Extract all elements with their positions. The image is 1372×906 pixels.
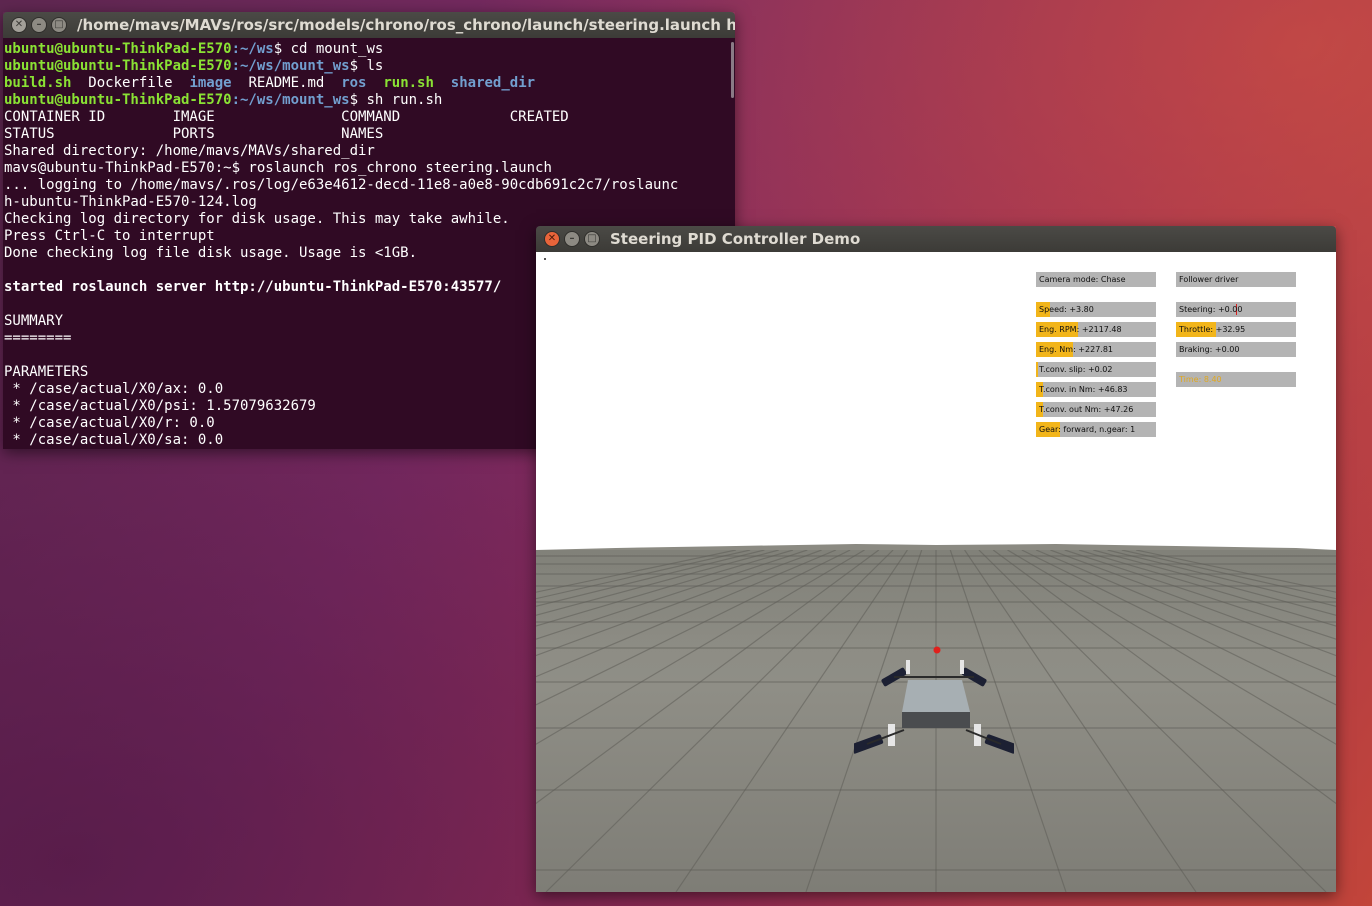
floor-grid-line	[1064, 550, 1336, 640]
front-left-wheel	[881, 660, 910, 687]
hud-label: Steering: +0.00	[1179, 305, 1243, 314]
floor-grid-line	[536, 550, 751, 600]
simulation-viewport[interactable]: Camera mode: Chase Speed: +3.80 Eng. RPM: …	[536, 252, 1336, 892]
close-icon[interactable]: ✕	[544, 231, 560, 247]
hud-readout: Eng. RPM: +2117.48	[1036, 322, 1156, 337]
terminal-line: CONTAINER ID IMAGE COMMAND CREATED	[4, 109, 569, 125]
floor-grid-line	[536, 550, 865, 745]
ls-entry: shared_dir	[450, 75, 536, 91]
floor-grid-line	[1121, 550, 1336, 600]
terminal-line: ubuntu@ubuntu-ThinkPad-E570:~/ws/mount_w…	[4, 58, 735, 75]
hud-label: Eng. RPM: +2117.48	[1039, 325, 1122, 334]
ls-entry: build.sh	[4, 75, 72, 91]
chassis-top	[902, 680, 970, 712]
hud-readout: Speed: +3.80	[1036, 302, 1156, 317]
demo-titlebar[interactable]: ✕ – □ Steering PID Controller Demo	[536, 226, 1336, 252]
terminal-line: STATUS PORTS NAMES	[4, 126, 384, 142]
floor-grid-line	[1007, 550, 1336, 745]
floor-grid-line	[536, 550, 837, 678]
ls-entry: image	[189, 75, 232, 91]
prompt-user: ubuntu@ubuntu-ThinkPad-E570	[4, 58, 232, 74]
hud-label: Camera mode: Chase	[1039, 275, 1126, 284]
rear-right-wheel	[965, 724, 1014, 754]
floor-grid-line	[536, 550, 779, 616]
terminal-line: h-ubuntu-ThinkPad-E570-124.log	[4, 194, 257, 210]
hud-readout: Follower driver	[1176, 272, 1296, 287]
prompt-user: ubuntu@ubuntu-ThinkPad-E570	[4, 92, 232, 108]
prompt-command: $ sh run.sh	[349, 92, 443, 108]
terminal-titlebar[interactable]: ✕ – □ /home/mavs/MAVs/ros/src/models/chr…	[3, 12, 735, 38]
terminal-line: ubuntu@ubuntu-ThinkPad-E570:~/ws/mount_w…	[4, 92, 735, 109]
maximize-icon[interactable]: □	[584, 231, 600, 247]
ls-entry: run.sh	[383, 75, 434, 91]
terminal-line: mavs@ubuntu-ThinkPad-E570:~$ roslaunch r…	[4, 160, 552, 176]
prompt-command: $ ls	[349, 58, 384, 74]
prompt-path: :~/ws	[231, 41, 274, 57]
viewport-mark	[544, 258, 546, 260]
hud-label: T.conv. out Nm: +47.26	[1039, 405, 1134, 414]
prompt-path: :~/ws/mount_ws	[231, 58, 350, 74]
floor-grid-line	[536, 550, 851, 706]
hud-label: Speed: +3.80	[1039, 305, 1094, 314]
terminal-scrollbar[interactable]	[731, 42, 734, 98]
floor-grid-line	[536, 550, 808, 640]
hud-label: T.conv. slip: +0.02	[1039, 365, 1113, 374]
minimize-icon[interactable]: –	[31, 17, 47, 33]
floor-grid-line	[978, 550, 1327, 892]
hud-readout: Gear: forward, n.gear: 1	[1036, 422, 1156, 437]
ls-entry: README.md	[248, 75, 325, 91]
rear-left-wheel	[854, 724, 905, 754]
hud-label: Follower driver	[1179, 275, 1239, 284]
floor-grid-line	[536, 550, 736, 593]
demo-window[interactable]: ✕ – □ Steering PID Controller Demo Camer…	[536, 226, 1336, 892]
hud-readout: Camera mode: Chase	[1036, 272, 1156, 287]
hud-label: Throttle: +32.95	[1179, 325, 1246, 334]
terminal-line: Shared directory: /home/mavs/MAVs/shared…	[4, 143, 375, 159]
hud-readout: T.conv. out Nm: +47.26	[1036, 402, 1156, 417]
ls-entry: ros	[341, 75, 367, 91]
prompt-command: $ cd mount_ws	[273, 41, 384, 57]
hud-readout: Throttle: +32.95	[1176, 322, 1296, 337]
front-right-wheel	[960, 660, 987, 687]
maximize-icon[interactable]: □	[51, 17, 67, 33]
hud-readout: Eng. Nm: +227.81	[1036, 342, 1156, 357]
close-icon[interactable]: ✕	[11, 17, 27, 33]
hud-label: Eng. Nm: +227.81	[1039, 345, 1113, 354]
hud-readout: T.conv. in Nm: +46.83	[1036, 382, 1156, 397]
floor-grid-line	[1093, 550, 1336, 616]
hud-label: Braking: +0.00	[1179, 345, 1240, 354]
floor-grid-line	[1136, 550, 1336, 593]
ls-entry: Dockerfile	[88, 75, 173, 91]
terminal-line: ubuntu@ubuntu-ThinkPad-E570:~/ws$ cd mou…	[4, 41, 735, 58]
target-point	[933, 646, 941, 654]
hud-readout: Braking: +0.00	[1176, 342, 1296, 357]
terminal-line: ... logging to /home/mavs/.ros/log/e63e4…	[4, 177, 679, 193]
vehicle-model	[854, 646, 1014, 754]
chassis-side	[902, 712, 970, 728]
hud-label: Time: 8.40	[1179, 375, 1222, 384]
floor-grid-line	[545, 550, 894, 892]
prompt-path: :~/ws/mount_ws	[231, 92, 350, 108]
hud-readout: T.conv. slip: +0.02	[1036, 362, 1156, 377]
terminal-line: build.sh Dockerfile image README.md ros …	[4, 75, 735, 92]
hud-bar-fill	[1036, 362, 1038, 377]
hud-label: T.conv. in Nm: +46.83	[1039, 385, 1128, 394]
demo-title: Steering PID Controller Demo	[610, 230, 861, 248]
floor-grid-line	[1035, 550, 1336, 678]
hud-readout: Time: 8.40	[1176, 372, 1296, 387]
terminal-title: /home/mavs/MAVs/ros/src/models/chrono/ro…	[77, 16, 735, 34]
floor-grid-line	[1021, 550, 1336, 706]
hud-label: Gear: forward, n.gear: 1	[1039, 425, 1136, 434]
prompt-user: ubuntu@ubuntu-ThinkPad-E570	[4, 41, 232, 57]
hud-readout: Steering: +0.00	[1176, 302, 1296, 317]
minimize-icon[interactable]: –	[564, 231, 580, 247]
